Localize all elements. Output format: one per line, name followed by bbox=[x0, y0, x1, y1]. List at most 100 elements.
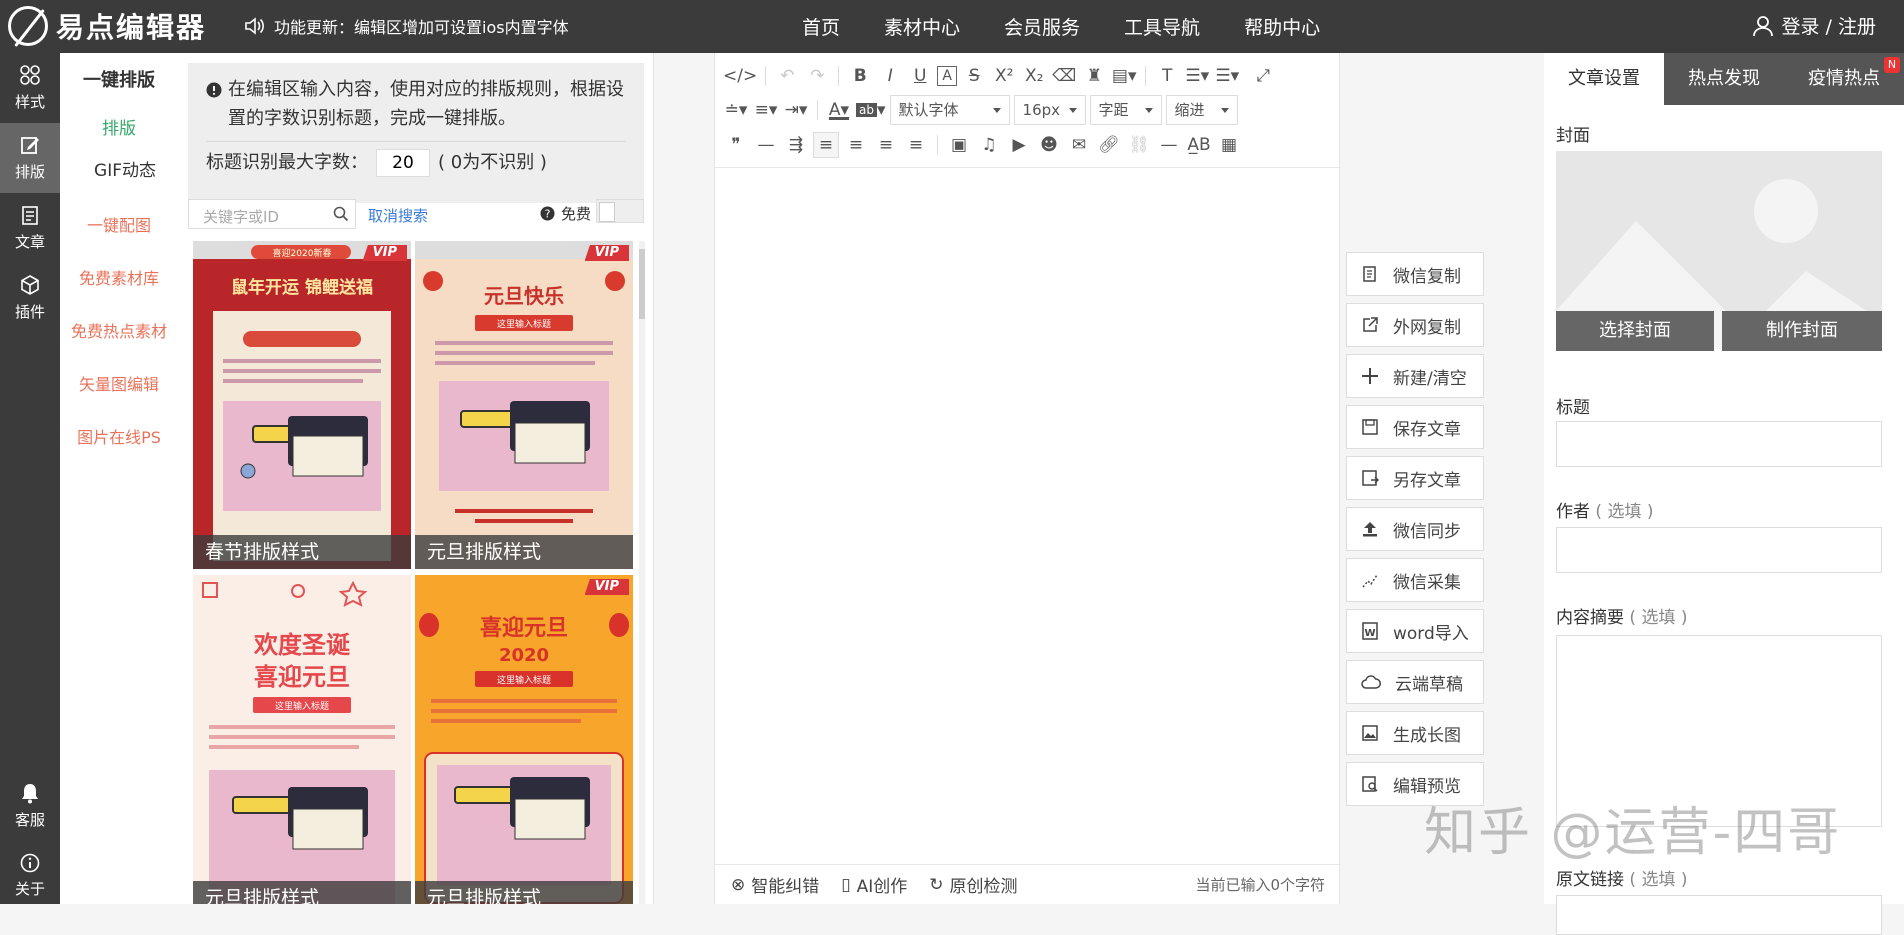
font-family-select[interactable]: 默认字体 bbox=[889, 95, 1010, 125]
template-scrollbar[interactable] bbox=[639, 241, 645, 904]
max-chars-input[interactable] bbox=[376, 148, 430, 177]
divider-icon[interactable]: — bbox=[1156, 132, 1182, 158]
ai-create-button[interactable]: ▯ AI创作 bbox=[841, 872, 907, 898]
sidebar-item-support[interactable]: 客服 bbox=[0, 771, 60, 841]
background-color-icon[interactable]: ab ▾ bbox=[856, 97, 886, 123]
line-height-icon[interactable]: ≐▾ bbox=[723, 97, 749, 123]
submenu-item-auto-image[interactable]: 一键配图 bbox=[60, 199, 178, 252]
author-field[interactable] bbox=[1556, 527, 1882, 573]
nav-tools[interactable]: 工具导航 bbox=[1124, 13, 1200, 40]
submenu-title[interactable]: 一键排版 bbox=[60, 53, 178, 109]
submenu-item-online-ps[interactable]: 图片在线PS bbox=[60, 411, 178, 464]
redo-icon[interactable]: ↷ bbox=[804, 63, 830, 89]
table-icon[interactable]: ▦ bbox=[1216, 132, 1242, 158]
sidebar-item-layout[interactable]: 排版 bbox=[0, 123, 60, 193]
new-clear-button[interactable]: 新建/清空 bbox=[1346, 354, 1484, 398]
scrollbar-thumb[interactable] bbox=[639, 249, 645, 319]
template-card[interactable]: 喜迎2020新春 鼠年开运 锦鲤送福 VIP 春节排版样式 bbox=[193, 241, 411, 569]
music-icon[interactable]: ♫ bbox=[976, 132, 1002, 158]
source-code-icon[interactable]: </> bbox=[723, 63, 757, 89]
max-chars-label: 标题识别最大字数： bbox=[206, 152, 368, 173]
wrap-icon[interactable]: ⇶ bbox=[783, 132, 809, 158]
fullscreen-icon[interactable]: ⤢ bbox=[1250, 63, 1276, 89]
cancel-search-link[interactable]: 取消搜索 bbox=[368, 205, 428, 226]
submenu-item-free-library[interactable]: 免费素材库 bbox=[60, 252, 178, 305]
italic-icon[interactable]: I bbox=[877, 63, 903, 89]
wechat-sync-button[interactable]: 微信同步 bbox=[1346, 507, 1484, 551]
image-icon[interactable]: ▣ bbox=[946, 132, 972, 158]
source-link-field[interactable] bbox=[1556, 895, 1882, 935]
choose-cover-button[interactable]: 选择封面 bbox=[1556, 311, 1714, 351]
cloud-draft-button[interactable]: 云端草稿 bbox=[1346, 660, 1484, 704]
spellcheck-icon[interactable]: A̲B bbox=[1186, 132, 1212, 158]
tab-hot-topics[interactable]: 热点发现 bbox=[1664, 53, 1784, 105]
save-article-button[interactable]: 保存文章 bbox=[1346, 405, 1484, 449]
make-cover-button[interactable]: 制作封面 bbox=[1722, 311, 1882, 351]
logo[interactable]: 易点编辑器 bbox=[8, 6, 206, 46]
long-image-button[interactable]: 生成长图 bbox=[1346, 711, 1484, 755]
wechat-copy-button[interactable]: 微信复制 bbox=[1346, 252, 1484, 296]
editor-content-area[interactable] bbox=[715, 169, 1341, 863]
sidebar-item-about[interactable]: 关于 bbox=[0, 841, 60, 911]
submenu-item-vector[interactable]: 矢量图编辑 bbox=[60, 358, 178, 411]
table-style-icon[interactable]: ▤▾ bbox=[1111, 63, 1137, 89]
bold-icon[interactable]: B bbox=[847, 63, 873, 89]
align-center-icon[interactable]: ≡ bbox=[843, 132, 869, 158]
horizontal-rule-icon[interactable]: — bbox=[753, 132, 779, 158]
submenu-item-layout[interactable]: 排版 bbox=[60, 109, 178, 149]
save-as-button[interactable]: 另存文章 bbox=[1346, 456, 1484, 500]
sidebar-item-article[interactable]: 文章 bbox=[0, 193, 60, 263]
format-brush-icon[interactable]: ♜ bbox=[1081, 63, 1107, 89]
video-icon[interactable]: ▶ bbox=[1006, 132, 1032, 158]
undo-icon[interactable]: ↶ bbox=[774, 63, 800, 89]
word-import-button[interactable]: W word导入 bbox=[1346, 609, 1484, 653]
letter-spacing-select[interactable]: 字距 bbox=[1089, 95, 1162, 125]
stamp-icon[interactable]: ✉ bbox=[1066, 132, 1092, 158]
template-card[interactable]: 欢度圣诞 喜迎元旦 这里输入标题 元旦排版样式 bbox=[193, 575, 411, 904]
smart-correct-button[interactable]: ⊗ 智能纠错 bbox=[731, 872, 819, 898]
quote-icon[interactable]: ❞ bbox=[723, 132, 749, 158]
original-check-button[interactable]: ↻ 原创检测 bbox=[929, 872, 1017, 898]
login-link[interactable]: 登录 / 注册 bbox=[1752, 12, 1876, 39]
submenu-item-gif[interactable]: GIF动态 bbox=[60, 149, 178, 193]
eraser-icon[interactable]: ⌫ bbox=[1051, 63, 1077, 89]
underline-icon[interactable]: U bbox=[907, 63, 933, 89]
paragraph-spacing-icon[interactable]: ≡▾ bbox=[753, 97, 779, 123]
emoji-icon[interactable]: ☻ bbox=[1036, 132, 1062, 158]
nav-membership[interactable]: 会员服务 bbox=[1004, 13, 1080, 40]
search-icon[interactable] bbox=[333, 206, 349, 222]
template-card[interactable]: 元旦快乐 这里输入标题 VIP 元旦排版样式 bbox=[415, 241, 633, 569]
indent-select[interactable]: 缩进 bbox=[1165, 95, 1238, 125]
align-justify-icon[interactable]: ≡ bbox=[903, 132, 929, 158]
submenu-item-free-hot[interactable]: 免费热点素材 bbox=[60, 305, 178, 358]
unlink-icon[interactable]: ⛓ bbox=[1126, 132, 1152, 158]
template-card[interactable]: 喜迎元旦 2020 这里输入标题 VIP 元旦排版样式 bbox=[415, 575, 633, 904]
free-toggle[interactable] bbox=[596, 199, 644, 223]
strikethrough-icon[interactable]: S bbox=[961, 63, 987, 89]
subscript-icon[interactable]: X₂ bbox=[1021, 63, 1047, 89]
link-icon[interactable]: 🔗︎ bbox=[1096, 132, 1122, 158]
align-left-icon[interactable]: ≡ bbox=[813, 132, 839, 158]
wechat-collect-button[interactable]: 微信采集 bbox=[1346, 558, 1484, 602]
unordered-list-icon[interactable]: ☰▾ bbox=[1214, 63, 1240, 89]
title-field[interactable] bbox=[1556, 421, 1882, 467]
superscript-icon[interactable]: X² bbox=[991, 63, 1017, 89]
nav-home[interactable]: 首页 bbox=[802, 13, 840, 40]
tab-article-settings[interactable]: 文章设置 bbox=[1544, 53, 1664, 105]
external-copy-button[interactable]: 外网复制 bbox=[1346, 303, 1484, 347]
ordered-list-icon[interactable]: ☰▾ bbox=[1184, 63, 1210, 89]
heading-icon[interactable]: T bbox=[1154, 63, 1180, 89]
font-size-select[interactable]: 16px bbox=[1013, 95, 1086, 125]
tab-epidemic-hot[interactable]: 疫情热点 N bbox=[1784, 53, 1904, 105]
search-input[interactable]: 关键字或ID bbox=[188, 199, 356, 229]
update-notice[interactable]: 功能更新：编辑区增加可设置ios内置字体 bbox=[244, 14, 569, 38]
nav-help[interactable]: 帮助中心 bbox=[1244, 13, 1320, 40]
font-border-icon[interactable]: A bbox=[937, 66, 958, 86]
indent-icon[interactable]: ⇥▾ bbox=[783, 97, 809, 123]
sidebar-item-styles[interactable]: 样式 bbox=[0, 53, 60, 123]
user-icon bbox=[1752, 15, 1773, 36]
align-right-icon[interactable]: ≡ bbox=[873, 132, 899, 158]
nav-materials[interactable]: 素材中心 bbox=[884, 13, 960, 40]
sidebar-item-plugin[interactable]: 插件 bbox=[0, 263, 60, 333]
font-color-icon[interactable]: A▾ bbox=[826, 97, 852, 123]
